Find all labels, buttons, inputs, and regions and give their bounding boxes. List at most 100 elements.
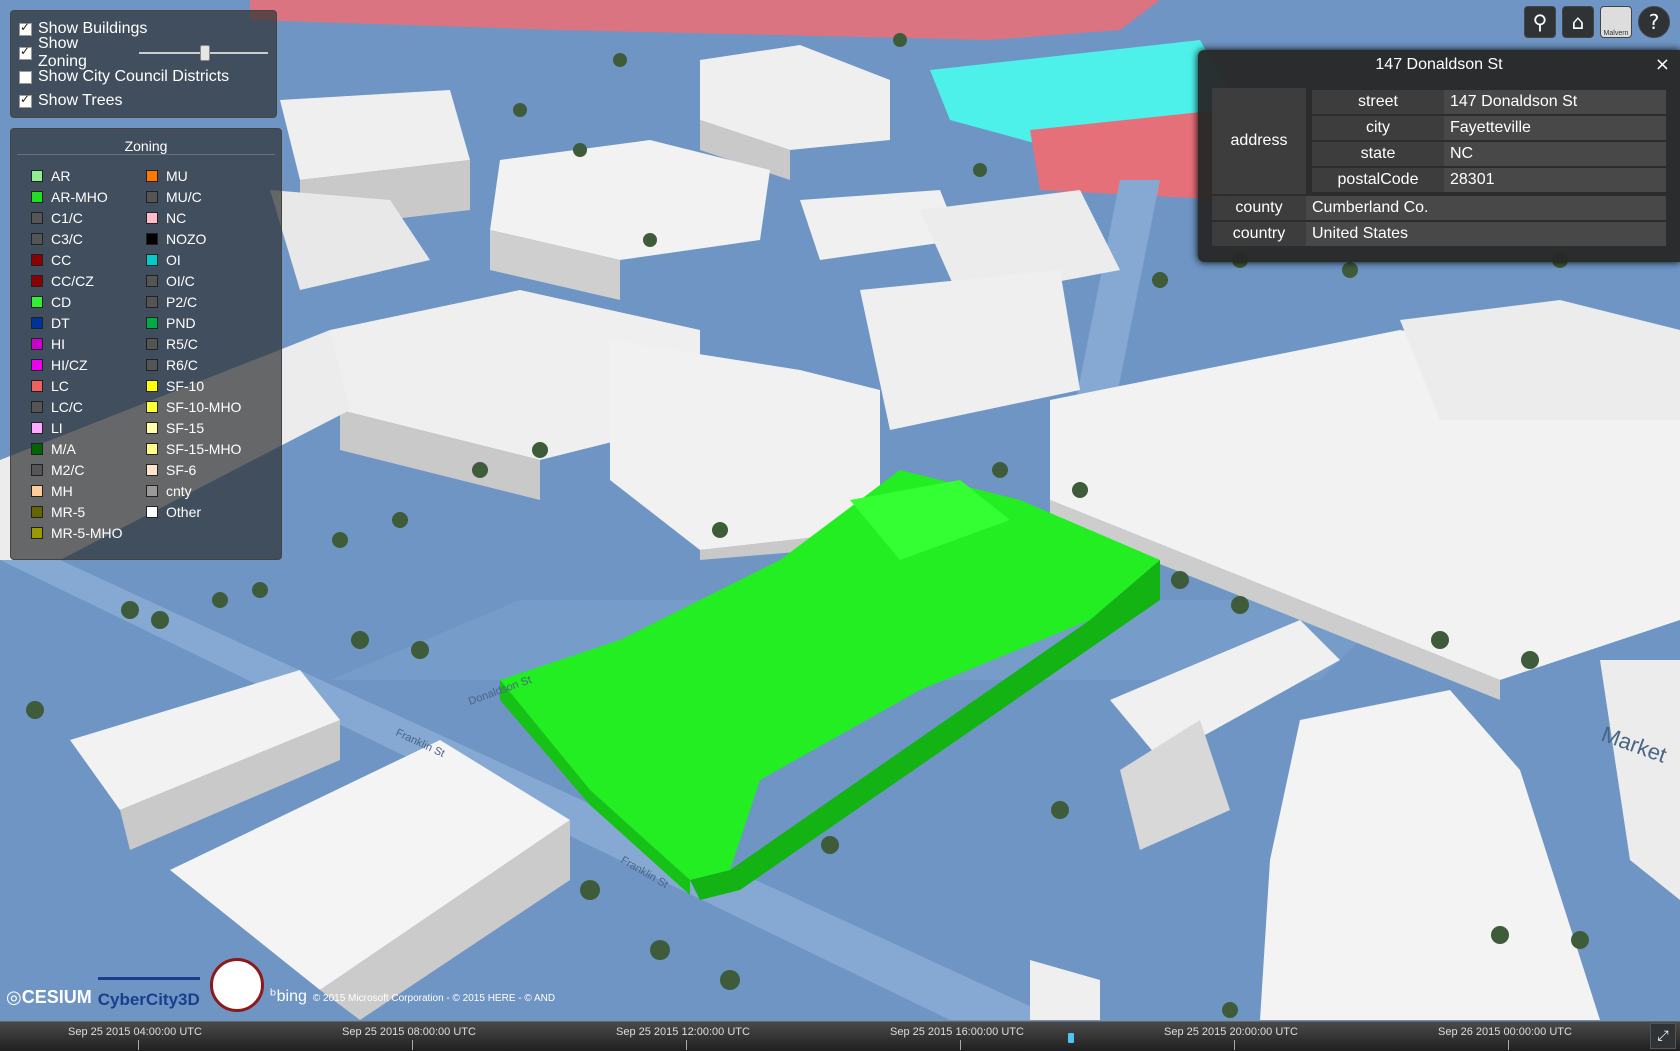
legend-label: AR-MHO	[51, 188, 108, 205]
info-box-title: 147 Donaldson St ×	[1198, 50, 1680, 80]
info-row-county: county Cumberland Co.	[1212, 196, 1666, 220]
legend-item: C3/C	[31, 228, 146, 249]
legend-swatch	[146, 442, 158, 455]
county-value: Cumberland Co.	[1306, 196, 1666, 220]
state-value: NC	[1444, 142, 1666, 166]
buildings-checkbox[interactable]	[19, 20, 32, 36]
legend-item: MU	[146, 165, 261, 186]
address-table: street 147 Donaldson St city Fayetteville …	[1312, 88, 1666, 194]
legend-title: Zoning	[17, 129, 275, 155]
basemap-label: Malvern	[1603, 30, 1629, 37]
legend-label: OI	[166, 251, 181, 268]
legend-item: LI	[31, 417, 146, 438]
legend-label: CD	[51, 293, 72, 310]
cesium-logo[interactable]: ◎CESIUM	[6, 987, 92, 1008]
info-row-address: address street 147 Donaldson St city Fayet…	[1212, 88, 1666, 194]
council-checkbox[interactable]	[19, 70, 32, 84]
legend-item: M/A	[31, 438, 146, 459]
legend-item: HI/CZ	[31, 354, 146, 375]
legend-label: SF-10	[166, 377, 205, 394]
home-icon: ⌂	[1571, 10, 1585, 34]
legend-swatch	[146, 400, 158, 413]
toggle-zoning[interactable]: Show Zoning	[19, 35, 268, 70]
legend-swatch	[31, 463, 43, 476]
legend-swatch	[146, 190, 158, 203]
street-value: 147 Donaldson St	[1444, 90, 1666, 114]
search-button[interactable]: ⚲	[1524, 6, 1556, 38]
timeline-tick	[686, 1040, 687, 1050]
legend-item: SF-10-MHO	[146, 396, 261, 417]
university-seal-logo	[209, 958, 264, 1012]
legend-swatch	[31, 484, 43, 497]
credits: ◎CESIUM CyberCity3D ᵇbing © 2015 Microso…	[6, 958, 556, 1012]
legend-swatch	[31, 379, 43, 392]
legend-item: LC	[31, 375, 146, 396]
legend-item: R6/C	[146, 354, 261, 375]
home-button[interactable]: ⌂	[1562, 6, 1594, 38]
layer-toggles-panel: Show Buildings Show Zoning Show City Cou…	[10, 10, 277, 118]
timeline[interactable]: Sep 25 2015 04:00:00 UTC Sep 25 2015 08:0…	[0, 1021, 1680, 1051]
timeline-tick-label: Sep 25 2015 04:00:00 UTC	[68, 1026, 202, 1038]
legend-label: SF-10-MHO	[166, 398, 242, 415]
zoning-checkbox[interactable]	[19, 44, 32, 60]
toggle-council-districts[interactable]: Show City Council Districts	[19, 65, 268, 89]
attribution-text: © 2015 Microsoft Corporation - © 2015 HE…	[312, 993, 556, 1004]
legend-swatch	[31, 421, 43, 434]
legend-label: HI	[51, 335, 65, 352]
toggle-trees[interactable]: Show Trees	[19, 89, 268, 113]
zoning-opacity-slider[interactable]	[138, 45, 268, 61]
county-key: county	[1212, 196, 1306, 220]
legend-item: OI	[146, 249, 261, 270]
legend-swatch	[31, 316, 43, 329]
timeline-tick	[412, 1040, 413, 1050]
legend-label: CC	[51, 251, 72, 268]
city-key: city	[1312, 116, 1444, 140]
legend-item: MR-5-MHO	[31, 522, 146, 543]
legend-swatch	[31, 337, 43, 350]
legend-label: LC	[51, 377, 69, 394]
legend-swatch	[146, 421, 158, 434]
cybercity3d-wordmark: CyberCity3D	[97, 990, 200, 1009]
legend-label: OI/C	[166, 272, 195, 289]
timeline-tick	[138, 1040, 139, 1050]
legend-item: OI/C	[146, 270, 261, 291]
legend-label: R6/C	[166, 356, 198, 373]
legend-label: cnty	[166, 482, 192, 499]
legend-item: HI	[31, 333, 146, 354]
fullscreen-button[interactable]: ⤢	[1650, 1023, 1676, 1049]
trees-checkbox[interactable]	[19, 92, 32, 108]
info-box: 147 Donaldson St × address street 147 Don…	[1198, 50, 1680, 262]
slider-thumb[interactable]	[199, 45, 210, 61]
legend-column: AR AR-MHO C1/C C3/C CC CC/CZ CD DT HI HI/CZ LC LC/C…	[31, 165, 146, 543]
legend-label: PND	[166, 314, 196, 331]
cybercity3d-logo[interactable]: CyberCity3D	[97, 977, 200, 1010]
zoning-legend: Zoning AR AR-MHO C1/C C3/C CC CC/CZ CD DT HI HI/C…	[10, 128, 282, 560]
help-button[interactable]: ?	[1638, 6, 1670, 38]
legend-label: MR-5	[51, 503, 86, 520]
legend-label: MU/C	[166, 188, 202, 205]
search-icon: ⚲	[1532, 10, 1548, 34]
legend-label: SF-15	[166, 419, 205, 436]
legend-swatch	[146, 463, 158, 476]
close-icon[interactable]: ×	[1655, 50, 1670, 80]
bing-logo[interactable]: ᵇbing	[270, 986, 307, 1006]
legend-swatch	[31, 169, 43, 182]
legend-column: MU MU/C NC NOZO OI OI/C P2/C PND R5/C R6/C SF-10 SF…	[146, 165, 261, 543]
legend-item: MH	[31, 480, 146, 501]
timeline-tick-label: Sep 25 2015 16:00:00 UTC	[890, 1026, 1024, 1038]
legend-label: LC/C	[51, 398, 83, 415]
legend-item: SF-15-MHO	[146, 438, 261, 459]
address-key: address	[1212, 88, 1306, 194]
legend-item: NC	[146, 207, 261, 228]
legend-swatch	[146, 169, 158, 182]
legend-label: SF-6	[166, 461, 197, 478]
timeline-tick	[1234, 1040, 1235, 1050]
cesium-icon: ◎	[6, 987, 22, 1008]
legend-label: HI/CZ	[51, 356, 88, 373]
legend-swatch	[146, 295, 158, 308]
legend-swatch	[146, 358, 158, 371]
timeline-needle[interactable]	[1068, 1033, 1074, 1043]
basemap-picker-button[interactable]: Malvern	[1600, 6, 1632, 38]
legend-item: SF-10	[146, 375, 261, 396]
legend-swatch	[146, 232, 158, 245]
